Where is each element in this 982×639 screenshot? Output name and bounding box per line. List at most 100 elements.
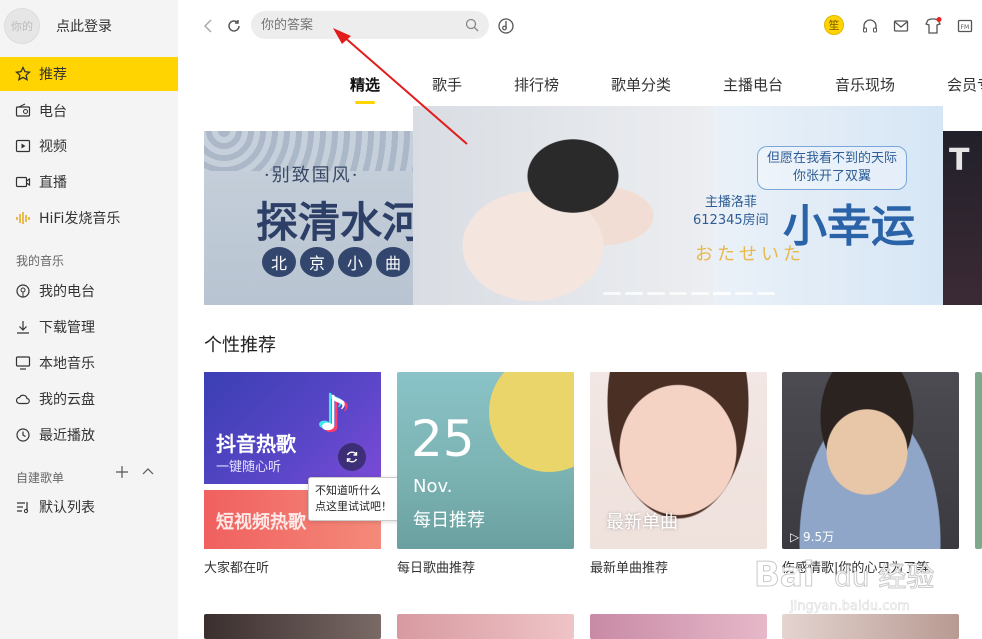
music-recognize-icon[interactable] [496,16,516,36]
card-partial[interactable] [975,372,982,549]
sidebar-item-label: 视频 [39,139,67,155]
carousel-dot[interactable] [647,292,665,295]
radio-icon [14,102,32,120]
clock-icon [14,426,32,444]
sidebar-item-hifi[interactable]: HiFi发烧音乐 [0,201,178,235]
carousel-dot[interactable] [669,292,687,295]
back-icon[interactable] [198,16,218,36]
card-day: 25 [411,410,475,468]
card-label: 最新单曲 [606,512,678,533]
carousel-dot[interactable] [603,292,621,295]
tab-singers[interactable]: 歌手 [432,74,462,95]
banner-tag: 北 [262,247,296,277]
tiktok-note-icon: ♪ [318,386,349,442]
login-link[interactable]: 点此登录 [56,16,112,36]
card-caption[interactable]: 大家都在听 [204,557,269,576]
category-tabs: 精选 歌手 排行榜 歌单分类 主播电台 音乐现场 会员专 [178,70,982,104]
sidebar-item-local-music[interactable]: 本地音乐 [0,346,178,380]
sidebar-item-recent[interactable]: 最近播放 [0,418,178,452]
sidebar-item-my-radio[interactable]: 我的电台 [0,274,178,308]
svg-text:Bai: Bai [754,555,815,595]
banner-slide-right[interactable]: T [943,131,982,305]
card-label: 每日推荐 [413,510,485,531]
watermark-logo: Bai du 经验 jingyan.baidu.com [754,555,935,615]
card-caption[interactable]: 最新单曲推荐 [590,557,668,576]
avatar[interactable]: 你的 [4,8,40,44]
svg-text:FM: FM [961,24,970,31]
my-radio-icon [14,282,32,300]
play-count: ▷ 9.5万 [790,528,834,545]
sidebar-item-video[interactable]: 视频 [0,129,178,163]
sidebar: 你的 点此登录 推荐 电台 视频 直播 HiFi发烧音乐 我的音乐 我的电台 下… [0,0,178,639]
sidebar-item-default-playlist[interactable]: 默认列表 [0,490,178,524]
tab-charts[interactable]: 排行榜 [514,74,559,95]
carousel-dot[interactable] [713,292,731,295]
live-icon [14,173,32,191]
shuffle-refresh-button[interactable] [338,443,366,471]
banner-subtitle: ·别致国风· [264,165,360,186]
tab-featured[interactable]: 精选 [350,74,380,95]
svg-text:jingyan.baidu.com: jingyan.baidu.com [789,599,910,614]
sidebar-item-label: 默认列表 [39,500,95,516]
chevron-up-icon[interactable] [142,466,154,482]
mail-icon[interactable] [891,16,911,36]
sidebar-item-label: 推荐 [39,67,67,83]
banner-slide-main[interactable]: 但愿在我看不到的天际 你张开了双翼 主播洛菲 612345房间 小幸运 おたせい… [413,106,943,305]
sun-decoration [489,372,574,472]
card-new-singles[interactable]: 最新单曲 [590,372,767,549]
my-music-heading: 我的音乐 [16,254,65,268]
sidebar-item-label: HiFi发烧音乐 [39,211,121,227]
vip-badge[interactable]: 笙 [824,15,844,35]
download-icon [14,318,32,336]
refresh-icon[interactable] [224,16,244,36]
play-icon: ▷ [790,530,804,544]
carousel-dot[interactable] [757,292,775,295]
sidebar-item-radio[interactable]: 电台 [0,94,178,128]
section-title: 个性推荐 [204,335,276,356]
sidebar-item-downloads[interactable]: 下载管理 [0,310,178,344]
monitor-icon [14,354,32,372]
search-input[interactable] [251,11,451,39]
search-box[interactable] [251,11,489,39]
carousel-dot[interactable] [625,292,643,295]
card-row-2[interactable] [590,614,767,639]
card-row-2[interactable] [204,614,381,639]
headphones-icon[interactable] [860,16,880,36]
user-area[interactable]: 你的 点此登录 [4,8,112,44]
star-icon [14,65,32,83]
search-icon[interactable] [465,18,479,36]
card-sad-love-songs[interactable]: ▷ 9.5万 [782,372,959,549]
carousel-dot[interactable] [735,292,753,295]
play-count-value: 9.5万 [803,530,835,544]
card-caption[interactable]: 每日歌曲推荐 [397,557,475,576]
sidebar-item-label: 最近播放 [39,428,95,444]
hifi-icon [14,209,32,227]
card-daily-recommend[interactable]: 25 Nov. 每日推荐 [397,372,574,549]
banner-photo [413,106,713,305]
add-icon[interactable] [116,466,128,482]
tab-host-radio[interactable]: 主播电台 [723,74,783,95]
banner-host: 主播洛菲 612345房间 [693,195,769,228]
svg-text:du 经验: du 经验 [834,560,934,593]
banner-slide-left[interactable]: ·别致国风· 探清水河 北 京 小 曲 合 [204,131,414,305]
tab-vip[interactable]: 会员专 [947,74,982,95]
sidebar-item-cloud[interactable]: 我的云盘 [0,382,178,416]
playlist-icon [14,498,32,516]
fm-icon[interactable]: FM [955,16,975,36]
banner-tag: 京 [300,247,334,277]
tab-playlist-categories[interactable]: 歌单分类 [611,74,671,95]
cloud-icon [14,390,32,408]
tab-live-music[interactable]: 音乐现场 [835,74,895,95]
banner-tag: 曲 [376,247,410,277]
card-subtitle: 一键随心听 [216,460,282,475]
banner-jp-text: おたせいた [695,244,805,265]
card-row-2[interactable] [397,614,574,639]
banner-quote: 但愿在我看不到的天际 你张开了双翼 [757,146,907,190]
carousel-dot[interactable] [691,292,709,295]
banner-title: 探清水河 [256,198,414,247]
carousel-dots [603,292,775,295]
active-tab-indicator [355,101,375,104]
sidebar-item-recommend[interactable]: 推荐 [0,57,178,91]
skin-icon[interactable] [923,16,943,36]
sidebar-item-live[interactable]: 直播 [0,165,178,199]
